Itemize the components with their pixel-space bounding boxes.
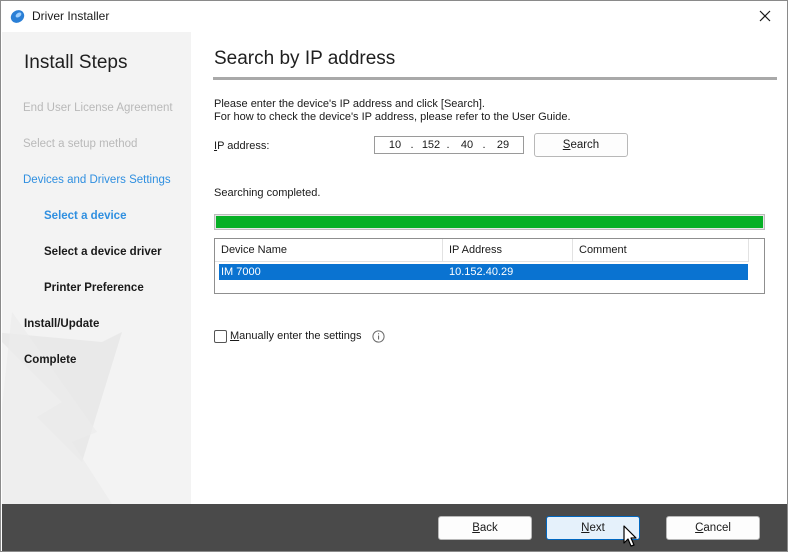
next-label-rest: ext — [589, 522, 605, 534]
step-complete: Complete — [24, 354, 77, 366]
title-divider — [213, 77, 777, 80]
title-bar: Driver Installer — [1, 1, 787, 32]
search-label-rest: earch — [570, 139, 600, 151]
info-icon[interactable] — [372, 330, 385, 343]
manual-accel: M — [230, 330, 240, 342]
ip-address-label: IP address: — [214, 140, 269, 152]
manual-settings-checkbox[interactable] — [214, 330, 227, 343]
device-row-selected[interactable]: IM 7000 10.152.40.29 — [219, 264, 748, 280]
step-select-device: Select a device — [44, 210, 127, 222]
ip-dot: . — [446, 139, 450, 151]
step-eula: End User License Agreement — [23, 102, 173, 114]
ip-octet-1[interactable]: 10 — [382, 139, 408, 151]
manual-settings-label[interactable]: Manually enter the settings — [230, 330, 361, 342]
step-install-update: Install/Update — [24, 318, 100, 330]
back-accel: B — [472, 522, 480, 534]
search-progress-bar — [214, 214, 765, 230]
close-icon — [759, 10, 771, 22]
mouse-pointer-icon — [623, 525, 637, 547]
search-button[interactable]: Search — [534, 133, 628, 157]
ip-octet-4[interactable]: 29 — [490, 139, 516, 151]
window-title: Driver Installer — [32, 9, 110, 23]
step-printer-preference: Printer Preference — [44, 282, 144, 294]
instruction-line-1: Please enter the device's IP address and… — [214, 98, 485, 110]
footer-bar: Back Next Cancel — [2, 504, 787, 551]
cancel-button[interactable]: Cancel — [666, 516, 760, 540]
column-device-name[interactable]: Device Name — [215, 239, 443, 262]
step-setup-method: Select a setup method — [23, 138, 138, 150]
install-steps-sidebar: Install Steps End User License Agreement… — [2, 32, 191, 504]
ip-octet-3[interactable]: 40 — [454, 139, 480, 151]
ip-octet-2[interactable]: 152 — [418, 139, 444, 151]
cell-ip-address: 10.152.40.29 — [449, 266, 514, 278]
installer-window: Driver Installer Install Steps End User … — [0, 0, 788, 552]
cancel-label-rest: ancel — [703, 522, 731, 534]
column-comment[interactable]: Comment — [573, 239, 749, 262]
driver-installer-icon — [10, 10, 25, 23]
instruction-line-2: For how to check the device's IP address… — [214, 111, 571, 123]
step-select-driver: Select a device driver — [44, 246, 162, 258]
page-title: Search by IP address — [214, 48, 396, 69]
step-devices-drivers-settings: Devices and Drivers Settings — [23, 174, 171, 186]
ip-dot: . — [482, 139, 486, 151]
manual-label-rest: anually enter the settings — [239, 330, 362, 342]
progress-fill — [216, 216, 763, 228]
device-list[interactable]: Device Name IP Address Comment IM 7000 1… — [214, 238, 765, 294]
close-button[interactable] — [743, 1, 787, 32]
ip-dot: . — [410, 139, 414, 151]
main-panel: Search by IP address Please enter the de… — [191, 32, 787, 504]
search-status: Searching completed. — [214, 187, 321, 199]
ip-label-rest: P address: — [217, 140, 270, 152]
sidebar-title: Install Steps — [24, 52, 128, 73]
back-button[interactable]: Back — [438, 516, 532, 540]
column-ip-address[interactable]: IP Address — [443, 239, 573, 262]
device-list-header: Device Name IP Address Comment — [215, 239, 749, 262]
back-label-rest: ack — [479, 522, 498, 534]
cell-device-name: IM 7000 — [221, 266, 261, 278]
ip-address-input[interactable]: 10 . 152 . 40 . 29 — [374, 136, 524, 154]
